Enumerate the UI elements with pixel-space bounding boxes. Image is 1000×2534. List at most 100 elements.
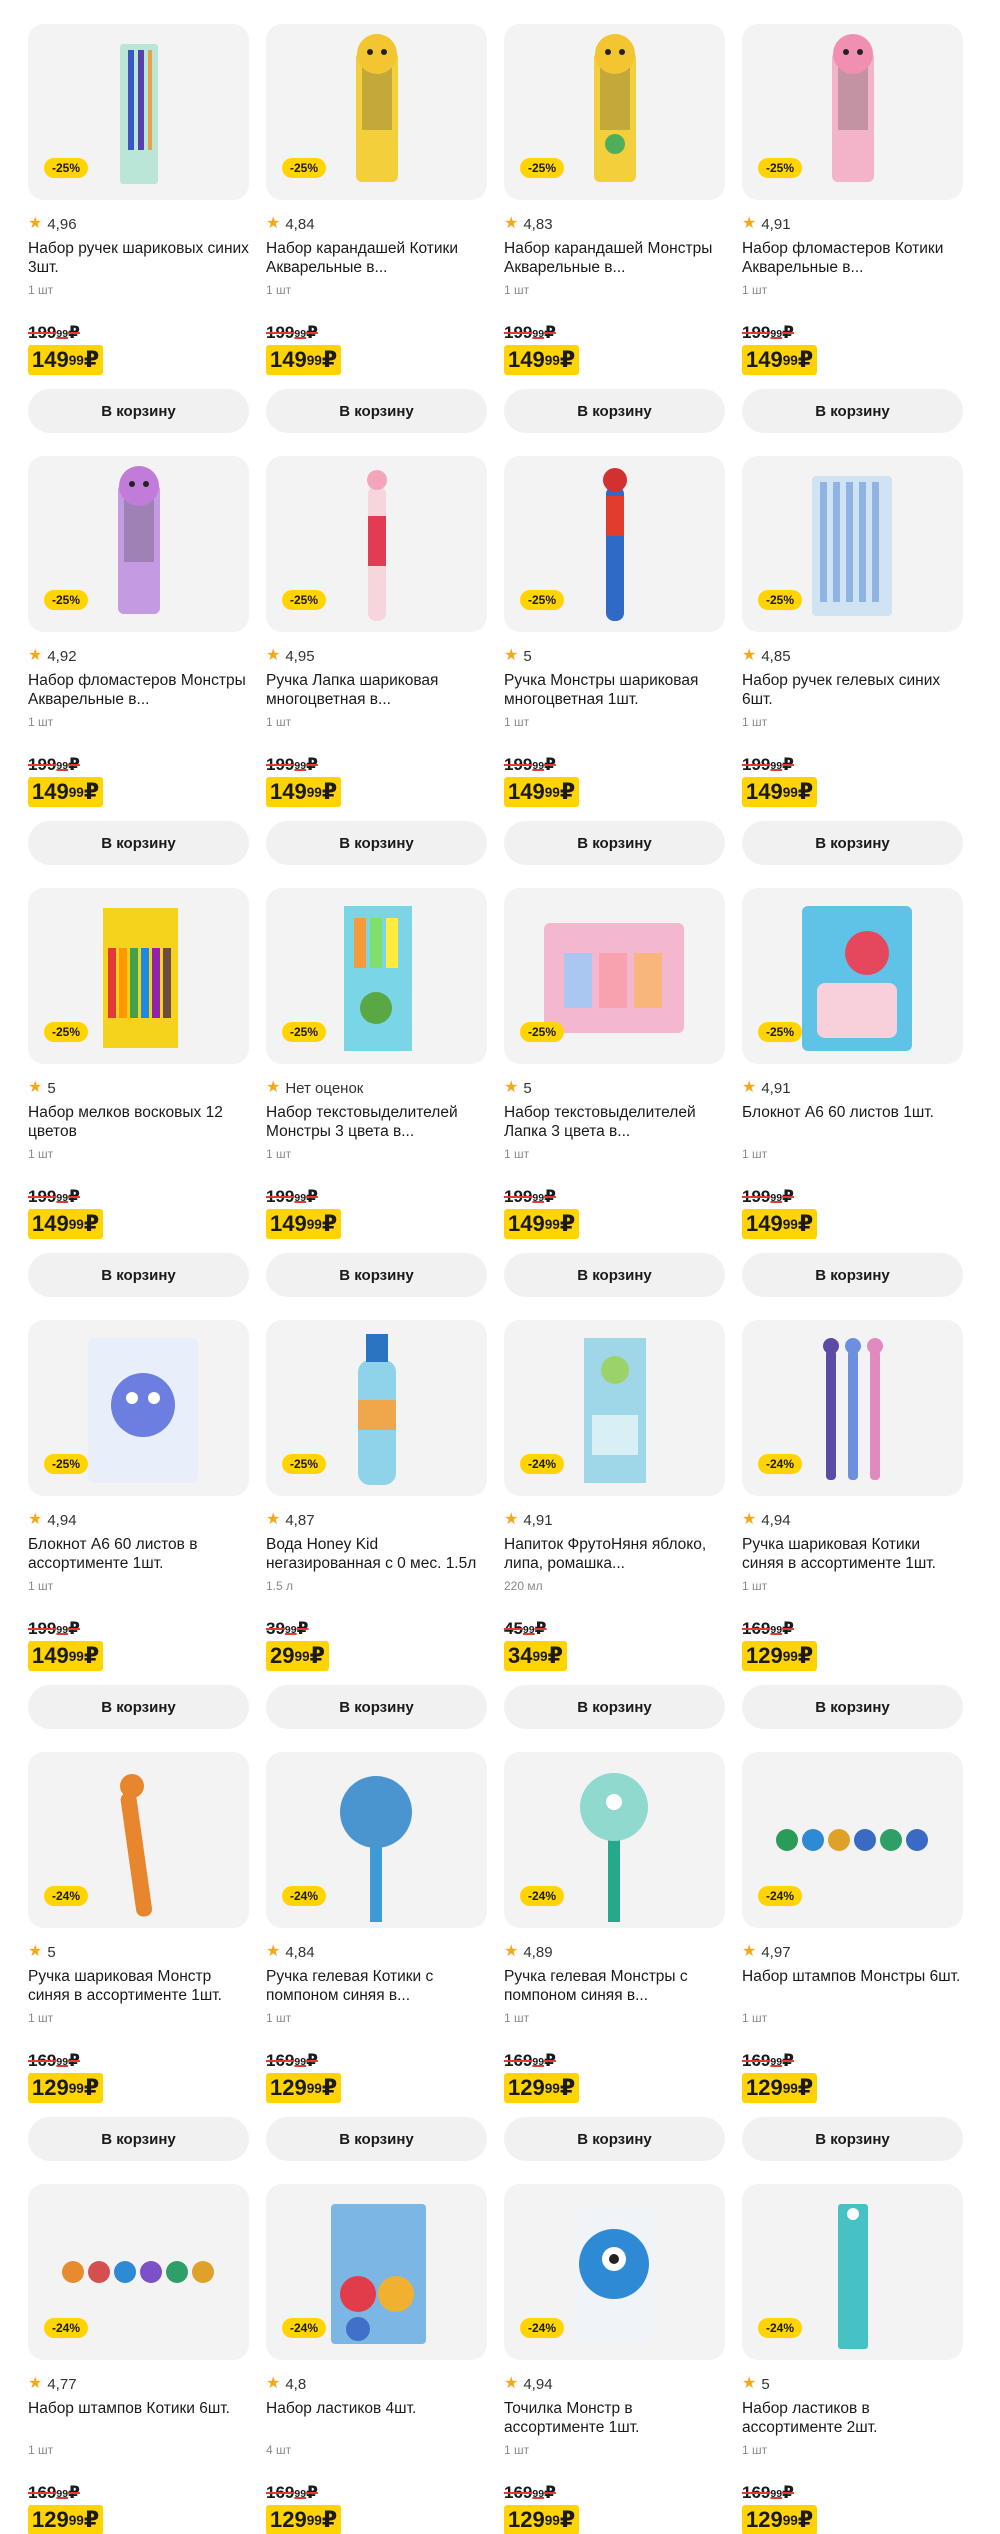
- product-image[interactable]: -25%: [504, 888, 725, 1064]
- product-title[interactable]: Точилка Монстр в ассортименте 1шт.: [504, 2399, 725, 2437]
- product-title[interactable]: Блокнот А6 60 листов в ассортименте 1шт.: [28, 1535, 249, 1573]
- add-to-cart-button[interactable]: В корзину: [266, 1253, 487, 1297]
- product-title[interactable]: Ручка гелевая Монстры с помпоном синяя в…: [504, 1967, 725, 2005]
- product-title[interactable]: Ручка шариковая Котики синяя в ассортиме…: [742, 1535, 963, 1573]
- product-card[interactable]: -24% ★ 4,77 Набор штампов Котики 6шт. 1 …: [28, 2184, 249, 2534]
- product-card[interactable]: -24% ★ 4,97 Набор штампов Монстры 6шт. 1…: [742, 1752, 963, 2184]
- product-image[interactable]: -25%: [28, 456, 249, 632]
- product-image[interactable]: -24%: [28, 2184, 249, 2360]
- product-card[interactable]: -24% ★ 5 Набор ластиков в ассортименте 2…: [742, 2184, 963, 2534]
- add-to-cart-button[interactable]: В корзину: [504, 821, 725, 865]
- product-title[interactable]: Вода Honey Kid негазированная с 0 мес. 1…: [266, 1535, 487, 1573]
- product-card[interactable]: -25% ★ 4,87 Вода Honey Kid негазированна…: [266, 1320, 487, 1752]
- product-rating: ★ 4,96: [28, 216, 249, 233]
- add-to-cart-button[interactable]: В корзину: [504, 1685, 725, 1729]
- product-image[interactable]: -24%: [504, 2184, 725, 2360]
- product-card[interactable]: -24% ★ 4,8 Набор ластиков 4шт. 4 шт 1699…: [266, 2184, 487, 2534]
- product-title[interactable]: Ручка Монстры шариковая многоцветная 1шт…: [504, 671, 725, 709]
- product-title[interactable]: Набор штампов Монстры 6шт.: [742, 1967, 963, 2005]
- add-to-cart-button[interactable]: В корзину: [266, 1685, 487, 1729]
- add-to-cart-button[interactable]: В корзину: [742, 1253, 963, 1297]
- add-to-cart-button[interactable]: В корзину: [742, 2117, 963, 2161]
- product-card[interactable]: -25% ★ Нет оценок Набор текстовыделителе…: [266, 888, 487, 1320]
- product-title[interactable]: Ручка гелевая Котики с помпоном синяя в.…: [266, 1967, 487, 2005]
- product-title[interactable]: Набор мелков восковых 12 цветов: [28, 1103, 249, 1141]
- product-image[interactable]: -24%: [742, 1320, 963, 1496]
- product-card[interactable]: -25% ★ 4,84 Набор карандашей Котики Аква…: [266, 24, 487, 456]
- product-title[interactable]: Блокнот А6 60 листов 1шт.: [742, 1103, 963, 1141]
- product-image[interactable]: -25%: [266, 456, 487, 632]
- add-to-cart-button[interactable]: В корзину: [266, 2117, 487, 2161]
- product-card[interactable]: -25% ★ 5 Ручка Монстры шариковая многоцв…: [504, 456, 725, 888]
- product-card[interactable]: -25% ★ 4,94 Блокнот А6 60 листов в ассор…: [28, 1320, 249, 1752]
- product-card[interactable]: -25% ★ 4,92 Набор фломастеров Монстры Ак…: [28, 456, 249, 888]
- product-image[interactable]: -25%: [742, 24, 963, 200]
- product-image[interactable]: -25%: [28, 1320, 249, 1496]
- product-image[interactable]: -25%: [266, 24, 487, 200]
- product-title[interactable]: Набор ручек шариковых синих 3шт.: [28, 239, 249, 277]
- discount-badge: -25%: [520, 590, 565, 610]
- product-image[interactable]: -25%: [742, 456, 963, 632]
- add-to-cart-button[interactable]: В корзину: [504, 2117, 725, 2161]
- product-title[interactable]: Набор текстовыделителей Монстры 3 цвета …: [266, 1103, 487, 1141]
- product-card[interactable]: -24% ★ 4,91 Напиток ФрутоНяня яблоко, ли…: [504, 1320, 725, 1752]
- product-image[interactable]: -24%: [504, 1752, 725, 1928]
- product-title[interactable]: Набор штампов Котики 6шт.: [28, 2399, 249, 2437]
- product-image[interactable]: -25%: [504, 456, 725, 632]
- product-image[interactable]: -25%: [266, 888, 487, 1064]
- star-icon: ★: [742, 215, 757, 232]
- new-price-currency: ₽: [321, 2507, 338, 2532]
- product-title[interactable]: Набор карандашей Монстры Акварельные в..…: [504, 239, 725, 277]
- product-image[interactable]: -24%: [742, 1752, 963, 1928]
- product-image[interactable]: -24%: [28, 1752, 249, 1928]
- product-card[interactable]: -25% ★ 4,83 Набор карандашей Монстры Акв…: [504, 24, 725, 456]
- add-to-cart-button[interactable]: В корзину: [504, 1253, 725, 1297]
- product-card[interactable]: -25% ★ 4,91 Блокнот А6 60 листов 1шт. 1 …: [742, 888, 963, 1320]
- new-price-kop: 99: [544, 1217, 560, 1232]
- product-title[interactable]: Ручка шариковая Монстр синяя в ассортиме…: [28, 1967, 249, 2005]
- old-price-rub: 169: [742, 2483, 771, 2502]
- product-card[interactable]: -25% ★ 4,95 Ручка Лапка шариковая многоц…: [266, 456, 487, 888]
- add-to-cart-button[interactable]: В корзину: [28, 2117, 249, 2161]
- product-image[interactable]: -24%: [742, 2184, 963, 2360]
- product-image[interactable]: -25%: [504, 24, 725, 200]
- product-card[interactable]: -25% ★ 5 Набор текстовыделителей Лапка 3…: [504, 888, 725, 1320]
- add-to-cart-button[interactable]: В корзину: [742, 389, 963, 433]
- product-card[interactable]: -24% ★ 4,89 Ручка гелевая Монстры с помп…: [504, 1752, 725, 2184]
- product-title[interactable]: Набор фломастеров Котики Акварельные в..…: [742, 239, 963, 277]
- product-card[interactable]: -24% ★ 4,94 Точилка Монстр в ассортимент…: [504, 2184, 725, 2534]
- product-card[interactable]: -25% ★ 4,85 Набор ручек гелевых синих 6ш…: [742, 456, 963, 888]
- product-title[interactable]: Набор ластиков в ассортименте 2шт.: [742, 2399, 963, 2437]
- product-card[interactable]: -24% ★ 5 Ручка шариковая Монстр синяя в …: [28, 1752, 249, 2184]
- product-card[interactable]: -25% ★ 4,96 Набор ручек шариковых синих …: [28, 24, 249, 456]
- product-image[interactable]: -25%: [742, 888, 963, 1064]
- add-to-cart-button[interactable]: В корзину: [742, 1685, 963, 1729]
- product-title[interactable]: Набор ластиков 4шт.: [266, 2399, 487, 2437]
- product-title[interactable]: Набор ручек гелевых синих 6шт.: [742, 671, 963, 709]
- product-title[interactable]: Набор фломастеров Монстры Акварельные в.…: [28, 671, 249, 709]
- product-card[interactable]: -25% ★ 4,91 Набор фломастеров Котики Акв…: [742, 24, 963, 456]
- old-price-currency: ₽: [68, 323, 80, 342]
- product-title[interactable]: Набор карандашей Котики Акварельные в...: [266, 239, 487, 277]
- product-image[interactable]: -24%: [266, 2184, 487, 2360]
- product-card[interactable]: -25% ★ 5 Набор мелков восковых 12 цветов…: [28, 888, 249, 1320]
- add-to-cart-button[interactable]: В корзину: [742, 821, 963, 865]
- product-title[interactable]: Набор текстовыделителей Лапка 3 цвета в.…: [504, 1103, 725, 1141]
- product-image[interactable]: -24%: [504, 1320, 725, 1496]
- product-title[interactable]: Напиток ФрутоНяня яблоко, липа, ромашка.…: [504, 1535, 725, 1573]
- add-to-cart-button[interactable]: В корзину: [266, 821, 487, 865]
- add-to-cart-button[interactable]: В корзину: [28, 821, 249, 865]
- add-to-cart-button[interactable]: В корзину: [28, 1253, 249, 1297]
- product-card[interactable]: -24% ★ 4,94 Ручка шариковая Котики синяя…: [742, 1320, 963, 1752]
- add-to-cart-button[interactable]: В корзину: [28, 389, 249, 433]
- add-to-cart-button[interactable]: В корзину: [28, 1685, 249, 1729]
- add-to-cart-button[interactable]: В корзину: [504, 389, 725, 433]
- product-card[interactable]: -24% ★ 4,84 Ручка гелевая Котики с помпо…: [266, 1752, 487, 2184]
- product-image[interactable]: -25%: [28, 888, 249, 1064]
- product-title[interactable]: Ручка Лапка шариковая многоцветная в...: [266, 671, 487, 709]
- product-image[interactable]: -25%: [266, 1320, 487, 1496]
- product-image[interactable]: -25%: [28, 24, 249, 200]
- product-image[interactable]: -24%: [266, 1752, 487, 1928]
- add-to-cart-button[interactable]: В корзину: [266, 389, 487, 433]
- old-price: 16999₽: [28, 2051, 249, 2071]
